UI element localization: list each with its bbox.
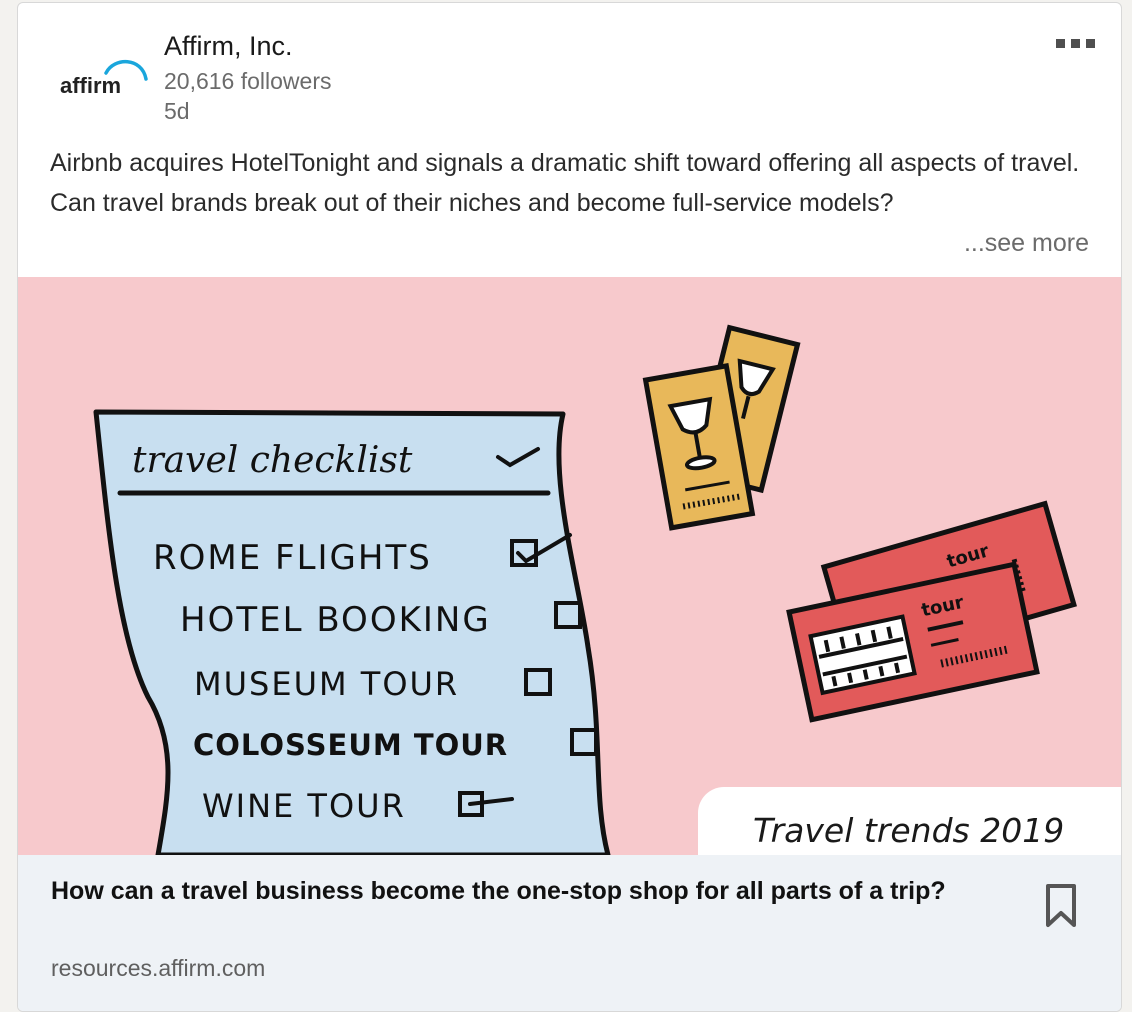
checklist-item: HOTEL BOOKING [180, 600, 491, 640]
checklist-item: MUSEUM TOUR [194, 665, 459, 703]
post-body: Airbnb acquires HotelTonight and signals… [50, 149, 1080, 217]
tour-ticket-illustration: tour tour [786, 500, 1077, 723]
see-more-link[interactable]: ...see more [957, 223, 1089, 263]
link-headline[interactable]: How can a travel business become the one… [51, 871, 1011, 912]
bookmark-icon[interactable] [1044, 883, 1078, 934]
company-logo[interactable]: affirm [56, 31, 152, 127]
svg-text:Travel trends 2019: Travel trends 2019 [753, 811, 1064, 850]
ellipsis-icon[interactable] [1056, 39, 1095, 55]
link-source: resources.affirm.com [51, 955, 266, 981]
checklist-item: COLOSSEUM TOUR [193, 728, 508, 762]
company-name[interactable]: Affirm, Inc. [164, 31, 293, 62]
post-age: 5d [164, 98, 190, 124]
checklist-item: WINE TOUR [202, 787, 406, 825]
checklist-title: travel checklist [132, 440, 413, 481]
affirm-logo-icon: affirm [60, 59, 148, 98]
feed-post-card: affirm Affirm, Inc. 20,616 followers 5d … [17, 2, 1122, 1012]
svg-text:affirm: affirm [60, 73, 121, 98]
wine-ticket-illustration [642, 324, 801, 531]
travel-trends-badge: Travel trends 2019 [698, 787, 1121, 855]
article-image[interactable]: travel checklist ROME FLIGHTS HOTEL BOOK… [18, 277, 1121, 855]
follower-count: 20,616 followers [164, 68, 332, 94]
checklist-item: ROME FLIGHTS [153, 538, 432, 578]
checklist-illustration: travel checklist ROME FLIGHTS HOTEL BOOK… [93, 409, 611, 855]
